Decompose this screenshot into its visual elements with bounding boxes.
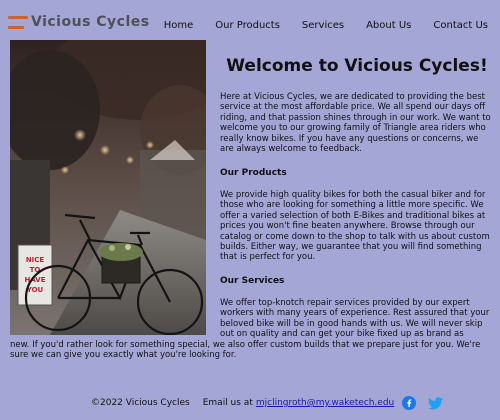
services-heading: Our Services [220, 276, 285, 286]
email-label: Email us at [202, 398, 253, 408]
services-paragraph-part1: We offer top-knotch repair services prov… [220, 298, 490, 340]
logo[interactable]: Vicious Cycles [8, 14, 150, 30]
copyright-text: ©2022 Vicious Cycles [91, 398, 190, 408]
main-nav: Home Our Products Services About Us Cont… [164, 20, 488, 31]
logo-text: Vicious Cycles [31, 14, 150, 30]
intro-paragraph: Here at Vicious Cycles, we are dedicated… [220, 92, 491, 155]
sign-text-1: NICE [26, 256, 45, 264]
social-links [402, 396, 444, 410]
nav-our-products[interactable]: Our Products [215, 20, 280, 31]
facebook-icon[interactable] [402, 396, 417, 410]
email-link[interactable]: mjclingroth@my.waketech.edu [256, 398, 394, 408]
products-heading: Our Products [220, 168, 287, 178]
services-paragraph-part2: new. If you'd rather look for something … [10, 340, 481, 361]
page-title: Welcome to Vicious Cycles! [226, 56, 488, 76]
nav-contact-us[interactable]: Contact Us [433, 20, 488, 31]
nav-home[interactable]: Home [164, 20, 194, 31]
products-paragraph: We provide high quality bikes for both t… [220, 190, 490, 263]
nav-services[interactable]: Services [302, 20, 344, 31]
logo-icon [8, 15, 28, 29]
hero-image: NICE TO HAVE YOU [10, 40, 206, 335]
twitter-icon[interactable] [428, 396, 444, 410]
site-footer: ©2022 Vicious Cycles Email us at mjcling… [91, 396, 444, 410]
nav-about-us[interactable]: About Us [366, 20, 411, 31]
